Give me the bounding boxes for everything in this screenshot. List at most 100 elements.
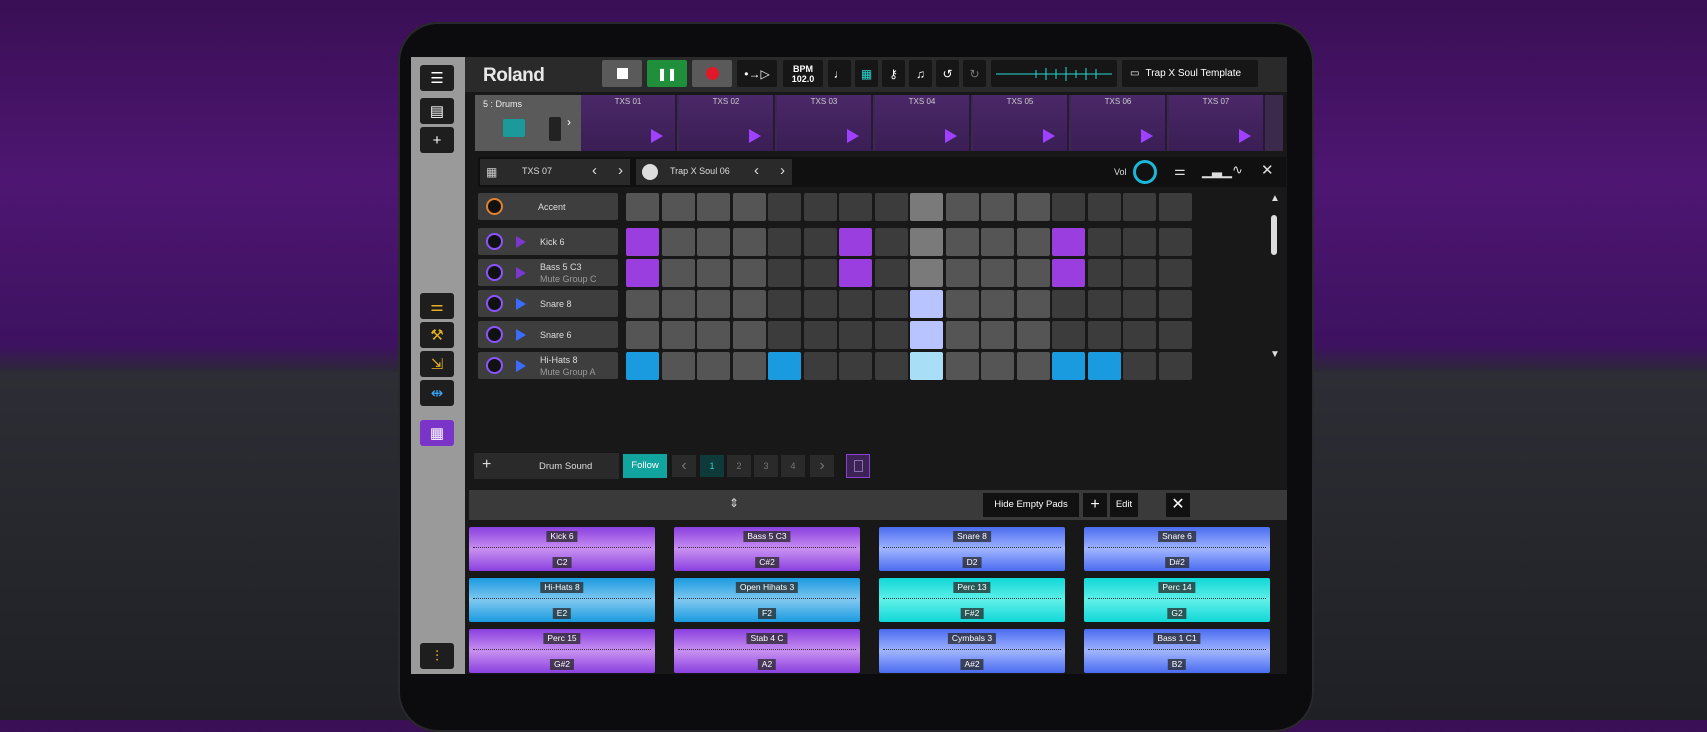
step-cell[interactable]: [1087, 352, 1121, 380]
scroll-down-icon[interactable]: ▼: [1270, 349, 1280, 360]
clip-slot[interactable]: TXS 04: [875, 95, 971, 151]
drum-pad[interactable]: Hi-Hats 8 E2: [469, 578, 655, 622]
step-cell[interactable]: [1123, 290, 1156, 318]
track-row-label[interactable]: Accent: [478, 193, 618, 220]
add-track-button[interactable]: +: [420, 127, 454, 153]
step-cell[interactable]: [661, 259, 695, 287]
step-cell[interactable]: [697, 228, 730, 256]
step-cell[interactable]: [626, 352, 659, 380]
step-cell[interactable]: [732, 290, 766, 318]
step-cell[interactable]: [803, 259, 837, 287]
pause-button[interactable]: ❚❚: [647, 60, 687, 87]
step-cell[interactable]: [910, 321, 943, 349]
step-cell[interactable]: [661, 193, 695, 221]
bpm-display[interactable]: BPM 102.0: [783, 60, 823, 87]
step-cell[interactable]: [910, 193, 943, 221]
step-cell[interactable]: [1016, 352, 1050, 380]
sequence-button[interactable]: ⇹: [420, 380, 454, 406]
next-kit-icon[interactable]: ›: [780, 162, 785, 179]
volume-knob[interactable]: [1133, 160, 1157, 184]
step-cell[interactable]: [1016, 193, 1050, 221]
track-row-label[interactable]: Snare 8: [478, 290, 618, 317]
stop-button[interactable]: [602, 60, 642, 87]
step-cell[interactable]: [661, 290, 695, 318]
step-cell[interactable]: [626, 290, 659, 318]
step-cell[interactable]: [981, 321, 1014, 349]
add-pad-button[interactable]: +: [1083, 493, 1107, 517]
step-cell[interactable]: [626, 228, 659, 256]
step-cell[interactable]: [697, 290, 730, 318]
drum-pad[interactable]: Perc 14 G2: [1084, 578, 1270, 622]
grid-view-button[interactable]: ▦: [855, 60, 878, 87]
step-cell[interactable]: [697, 259, 730, 287]
automation-icon[interactable]: ∿: [1232, 162, 1243, 178]
preview-play-icon[interactable]: [516, 329, 526, 341]
track-row-label[interactable]: Snare 6: [478, 321, 618, 348]
step-cell[interactable]: [732, 228, 766, 256]
pads-view-button[interactable]: ▦: [420, 420, 454, 446]
step-cell[interactable]: [1052, 321, 1085, 349]
step-cell[interactable]: [1158, 352, 1192, 380]
step-cell[interactable]: [1052, 352, 1085, 380]
track-row-label[interactable]: Hi-Hats 8 Mute Group A: [478, 352, 618, 379]
step-cell[interactable]: [661, 352, 695, 380]
drum-pad[interactable]: Open Hihats 3 F2: [674, 578, 860, 622]
step-cell[interactable]: [1087, 259, 1121, 287]
step-cell[interactable]: [981, 352, 1014, 380]
step-cell[interactable]: [768, 321, 801, 349]
step-cell[interactable]: [1016, 290, 1050, 318]
drum-pad[interactable]: Bass 1 C1 B2: [1084, 629, 1270, 673]
step-cell[interactable]: [839, 321, 872, 349]
clip-slot[interactable]: TXS 03: [777, 95, 873, 151]
step-cell[interactable]: [697, 193, 730, 221]
page-button[interactable]: 4: [781, 455, 805, 477]
step-cell[interactable]: [910, 352, 943, 380]
page-button[interactable]: 1: [700, 455, 724, 477]
drum-pad[interactable]: Snare 8 D2: [879, 527, 1065, 571]
step-cell[interactable]: [1087, 228, 1121, 256]
step-cell[interactable]: [1052, 290, 1085, 318]
step-cell[interactable]: [1016, 321, 1050, 349]
step-cell[interactable]: [1158, 259, 1192, 287]
step-cell[interactable]: [839, 290, 872, 318]
step-cell[interactable]: [981, 290, 1014, 318]
play-icon[interactable]: [945, 129, 957, 143]
step-cell[interactable]: [1123, 352, 1156, 380]
menu-button[interactable]: ☰: [420, 65, 454, 91]
next-page-button[interactable]: ›: [810, 455, 834, 477]
clip-slot[interactable]: TXS 05: [973, 95, 1069, 151]
step-cell[interactable]: [1158, 321, 1192, 349]
mixer-view-icon[interactable]: ⚌: [1174, 163, 1186, 179]
step-cell[interactable]: [1123, 228, 1156, 256]
tools-button[interactable]: ⚒: [420, 322, 454, 348]
scrollbar-thumb[interactable]: [1271, 215, 1277, 255]
metronome-button[interactable]: ♩: [828, 60, 851, 87]
resize-handle-icon[interactable]: ⇕: [729, 496, 739, 510]
step-cell[interactable]: [945, 193, 979, 221]
next-pattern-icon[interactable]: ›: [618, 162, 623, 179]
step-cell[interactable]: [910, 228, 943, 256]
preview-play-icon[interactable]: [516, 298, 526, 310]
step-cell[interactable]: [981, 259, 1014, 287]
step-cell[interactable]: [874, 352, 908, 380]
step-cell[interactable]: [1087, 193, 1121, 221]
record-button[interactable]: [692, 60, 732, 87]
step-cell[interactable]: [1016, 259, 1050, 287]
pattern-selector[interactable]: ▦ TXS 07 ‹ ›: [480, 159, 630, 185]
clip-slot[interactable]: TXS 02: [679, 95, 775, 151]
step-cell[interactable]: [1123, 193, 1156, 221]
step-cell[interactable]: [839, 352, 872, 380]
kit-selector[interactable]: Trap X Soul 06 ‹ ›: [636, 159, 792, 185]
mixer-button[interactable]: ⚌: [420, 293, 454, 319]
step-cell[interactable]: [661, 321, 695, 349]
step-cell[interactable]: [1087, 321, 1121, 349]
level-knob[interactable]: [486, 233, 503, 250]
step-cell[interactable]: [1016, 228, 1050, 256]
step-cell[interactable]: [732, 193, 766, 221]
step-cell[interactable]: [1158, 228, 1192, 256]
step-cell[interactable]: [1052, 259, 1085, 287]
prev-page-button[interactable]: ‹: [672, 455, 696, 477]
play-icon[interactable]: [651, 129, 663, 143]
clip-slot[interactable]: TXS 07: [1169, 95, 1265, 151]
step-cell[interactable]: [768, 193, 801, 221]
